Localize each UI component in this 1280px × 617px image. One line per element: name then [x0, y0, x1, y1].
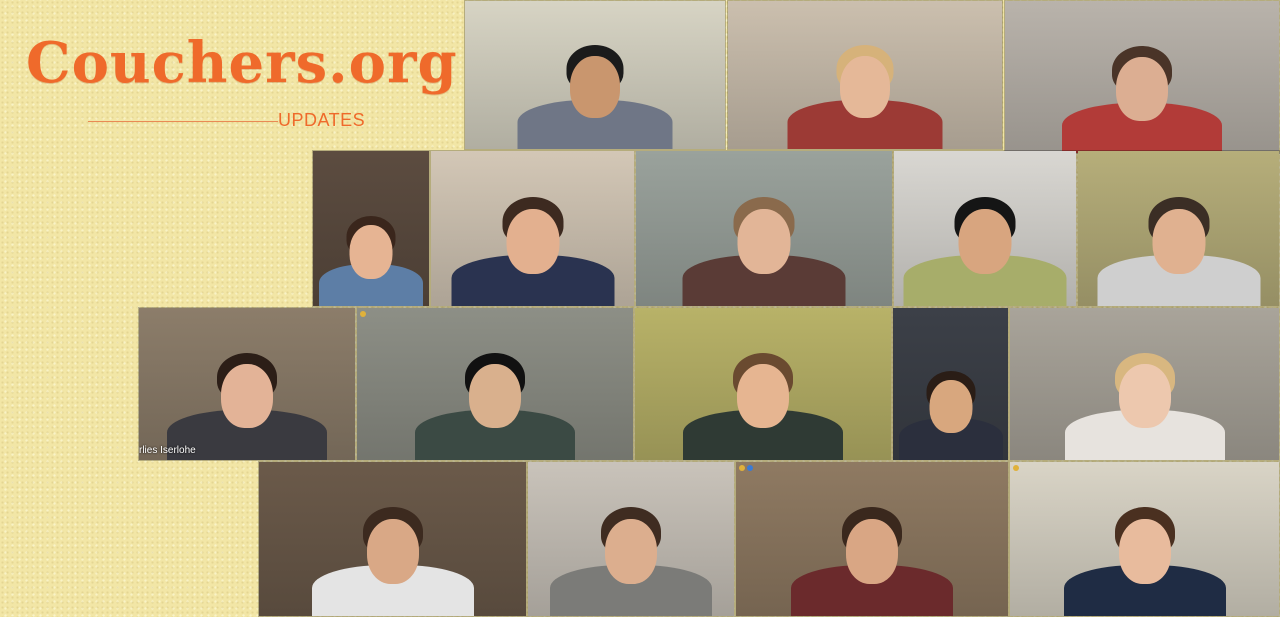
logo-divider	[88, 121, 278, 122]
participant-face	[737, 364, 789, 428]
participant-video-tile[interactable]	[430, 150, 635, 307]
participant-face	[570, 56, 620, 118]
status-indicator-icon	[360, 311, 366, 317]
participant-face	[737, 209, 791, 274]
participant-face	[349, 225, 393, 279]
status-indicator-icon	[747, 465, 753, 471]
participant-face	[1118, 364, 1171, 428]
participant-face	[929, 380, 972, 433]
participant-face	[846, 519, 898, 584]
participant-video-tile[interactable]	[1077, 150, 1280, 307]
participant-video-tile[interactable]	[635, 150, 893, 307]
participant-video-tile[interactable]	[1004, 0, 1280, 154]
participant-video-tile[interactable]	[464, 0, 726, 150]
participant-face	[366, 519, 419, 584]
participant-face	[506, 209, 559, 274]
participant-video-tile[interactable]	[735, 461, 1009, 617]
participant-video-tile[interactable]	[356, 307, 634, 461]
couchers-logo: Couchers.org UPDATES	[26, 30, 457, 140]
participant-face	[958, 209, 1012, 274]
participant-video-tile[interactable]	[527, 461, 735, 617]
participant-video-tile[interactable]	[258, 461, 527, 617]
participant-video-tile[interactable]	[1009, 307, 1280, 461]
participant-video-tile[interactable]	[1009, 461, 1280, 617]
participant-video-tile[interactable]	[893, 150, 1077, 307]
participant-face	[840, 56, 890, 118]
participant-face	[1116, 57, 1168, 121]
status-indicator-icon	[1013, 465, 1019, 471]
logo-title: Couchers.org	[26, 30, 458, 96]
video-call-collage: Couchers.org UPDATES rlies Iserlohe	[0, 0, 1280, 617]
participant-name-label: rlies Iserlohe	[139, 445, 196, 456]
logo-subtitle: UPDATES	[278, 110, 366, 130]
participant-video-tile[interactable]	[634, 307, 892, 461]
participant-face	[221, 364, 273, 428]
participant-video-tile[interactable]: rlies Iserlohe	[138, 307, 356, 461]
participant-face	[469, 364, 521, 428]
participant-face	[1118, 519, 1171, 584]
participant-face	[1152, 209, 1205, 274]
participant-video-tile[interactable]	[727, 0, 1003, 150]
status-indicator-icon	[739, 465, 745, 471]
participant-face	[605, 519, 657, 584]
participant-video-tile[interactable]	[892, 307, 1009, 461]
participant-video-tile[interactable]	[312, 150, 430, 307]
